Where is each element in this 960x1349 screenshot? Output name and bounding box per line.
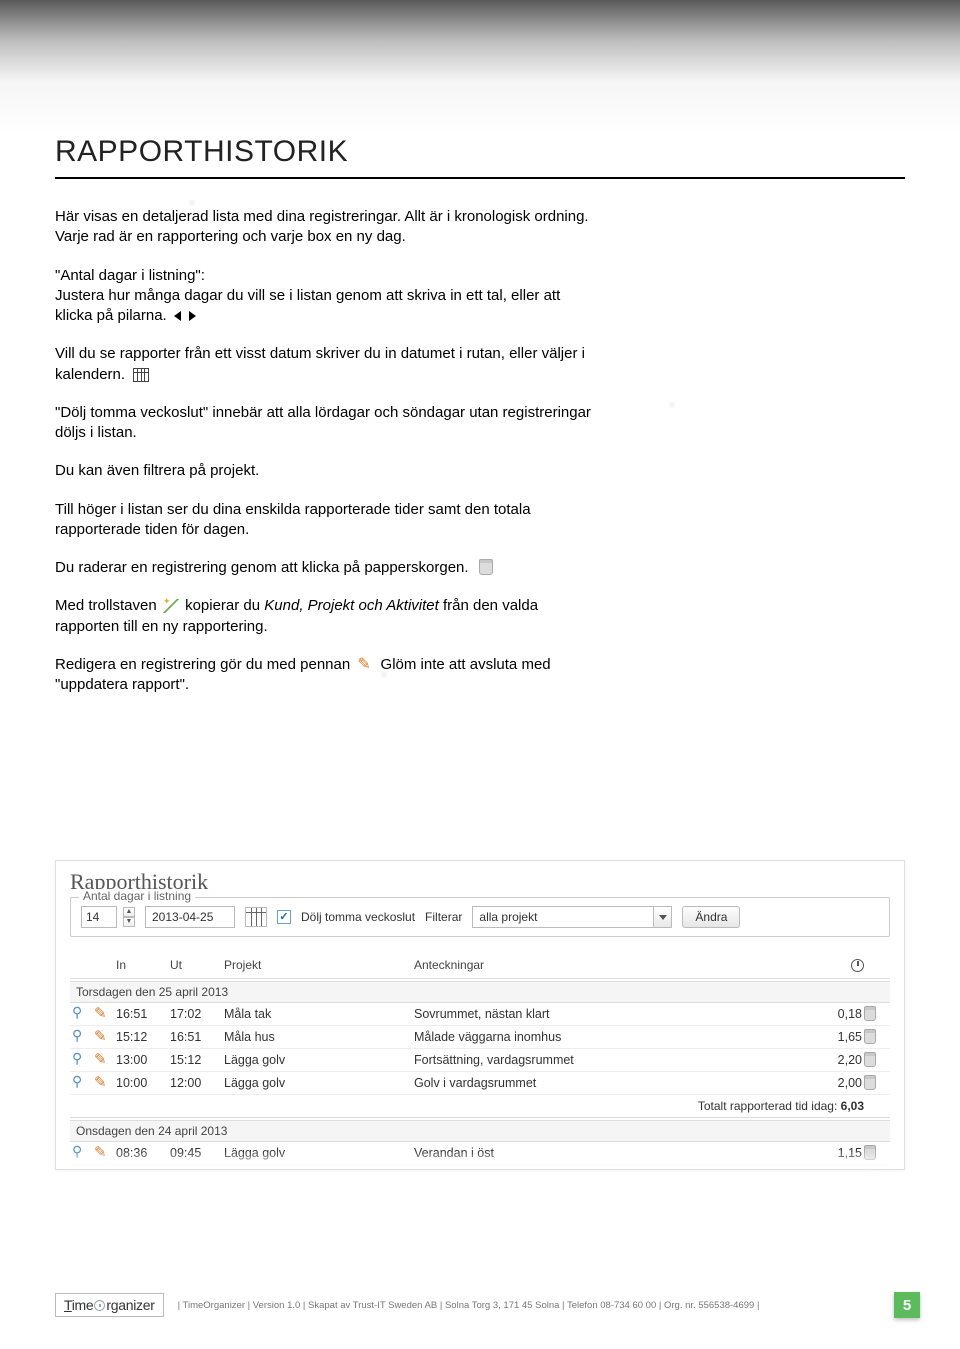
cell-project: Måla tak: [224, 1007, 414, 1021]
para-edit: Redigera en registrering gör du med penn…: [55, 655, 595, 696]
report-grid: In Ut Projekt Anteckningar Torsdagen den…: [70, 955, 890, 1170]
dropdown-icon[interactable]: [653, 907, 671, 927]
pencil-icon: [357, 658, 373, 672]
col-notes: Anteckningar: [414, 958, 804, 972]
cell-project: Måla hus: [224, 1030, 414, 1044]
spinner-down-icon[interactable]: ▼: [123, 917, 135, 927]
clock-icon: [851, 959, 864, 972]
para-filter: Du kan även filtrera på projekt.: [55, 461, 595, 481]
trash-icon[interactable]: [864, 1032, 876, 1044]
cell-hours: 1,10: [804, 1169, 864, 1170]
arrow-left-icon: [174, 311, 181, 321]
cell-in: 16:51: [116, 1007, 170, 1021]
trash-icon[interactable]: [864, 1078, 876, 1090]
wand-icon[interactable]: [72, 1029, 88, 1045]
wand-icon[interactable]: [72, 1052, 88, 1068]
col-out: Ut: [170, 958, 224, 972]
footer-text: | TimeOrganizer | Version 1.0 | Skapat a…: [178, 1300, 880, 1311]
days-input[interactable]: 14: [81, 906, 117, 928]
para-delete: Du raderar en registrering genom att kli…: [55, 558, 595, 578]
cell-notes: Verandan i väst: [414, 1169, 804, 1170]
cell-notes: Fortsättning, vardagsrummet: [414, 1053, 804, 1067]
cell-notes: Golv i vardagsrummet: [414, 1076, 804, 1090]
calendar-icon: [133, 368, 149, 382]
cell-hours: 2,20: [804, 1053, 864, 1067]
cell-out: 16:51: [170, 1030, 224, 1044]
calendar-button[interactable]: [245, 907, 267, 927]
hide-weekends-label: Dölj tomma veckoslut: [301, 910, 415, 924]
pencil-icon[interactable]: [94, 1006, 110, 1022]
col-project: Projekt: [224, 958, 414, 972]
cell-in: 10:00: [116, 1076, 170, 1090]
app-screenshot: Rapporthistorik Antal dagar i listning 1…: [55, 860, 905, 1170]
page-number-badge: 5: [894, 1292, 920, 1318]
cell-out: 17:02: [170, 1007, 224, 1021]
cell-out: 15:12: [170, 1053, 224, 1067]
cell-in: 07:30: [116, 1169, 170, 1170]
para-wand: Med trollstaven kopierar du Kund, Projek…: [55, 596, 595, 637]
para-totals: Till höger i listan ser du dina enskilda…: [55, 500, 595, 541]
para-hide-weekends: "Dölj tomma veckoslut" innebär att alla …: [55, 403, 595, 444]
table-row: 10:0012:00Lägga golvGolv i vardagsrummet…: [70, 1072, 890, 1095]
body-copy: Här visas en detaljerad lista med dina r…: [55, 207, 595, 695]
filter-label: Filterar: [425, 910, 462, 924]
cell-hours: 1,65: [804, 1030, 864, 1044]
trash-icon[interactable]: [864, 1055, 876, 1067]
cell-in: 13:00: [116, 1053, 170, 1067]
cell-hours: 0,18: [804, 1007, 864, 1021]
cell-hours: 2,00: [804, 1076, 864, 1090]
cell-project: Lägga golv: [224, 1076, 414, 1090]
table-row: 15:1216:51Måla husMålade väggarna inomhu…: [70, 1026, 890, 1049]
hide-weekends-checkbox[interactable]: ✓: [277, 910, 291, 924]
para-days: "Antal dagar i listning": Justera hur må…: [55, 266, 595, 327]
grid-header: In Ut Projekt Anteckningar: [70, 955, 890, 979]
days-spinner[interactable]: ▲ ▼: [123, 906, 135, 928]
day-total: Totalt rapporterad tid idag: 6,03: [70, 1095, 890, 1118]
page-title: RAPPORTHISTORIK: [55, 135, 905, 179]
cell-notes: Målade väggarna inomhus: [414, 1030, 804, 1044]
day-header: Onsdagen den 24 april 2013: [70, 1120, 890, 1142]
pencil-icon[interactable]: [94, 1075, 110, 1091]
wand-icon: [163, 599, 179, 613]
change-button[interactable]: Ändra: [682, 906, 740, 928]
para-date: Vill du se rapporter från ett visst datu…: [55, 344, 595, 385]
cell-project: Lägga golv: [224, 1053, 414, 1067]
spinner-up-icon[interactable]: ▲: [123, 907, 135, 917]
pencil-icon[interactable]: [94, 1052, 110, 1068]
page-footer: Timerganizer | TimeOrganizer | Version 1…: [55, 1291, 920, 1319]
trash-icon: [479, 561, 493, 575]
wand-icon[interactable]: [72, 1075, 88, 1091]
arrow-right-icon: [189, 311, 196, 321]
day-header: Torsdagen den 25 april 2013: [70, 981, 890, 1003]
table-row: 13:0015:12Lägga golvFortsättning, vardag…: [70, 1049, 890, 1072]
date-input[interactable]: 2013-04-25: [145, 906, 235, 928]
col-in: In: [116, 958, 170, 972]
pencil-icon[interactable]: [94, 1029, 110, 1045]
trash-icon[interactable]: [864, 1009, 876, 1021]
project-filter-value: alla projekt: [479, 910, 537, 924]
cell-in: 15:12: [116, 1030, 170, 1044]
cell-out: 08:36: [170, 1169, 224, 1170]
fieldset-legend: Antal dagar i listning: [79, 889, 195, 903]
para-intro: Här visas en detaljerad lista med dina r…: [55, 207, 595, 248]
cell-project: Lägga golv: [224, 1169, 414, 1170]
wand-icon[interactable]: [72, 1006, 88, 1022]
cell-notes: Sovrummet, nästan klart: [414, 1007, 804, 1021]
table-row: 16:5117:02Måla takSovrummet, nästan klar…: [70, 1003, 890, 1026]
filters-fieldset: Antal dagar i listning 14 ▲ ▼ 2013-04-25…: [70, 897, 890, 937]
cell-out: 12:00: [170, 1076, 224, 1090]
logo: Timerganizer: [55, 1293, 164, 1317]
project-filter-select[interactable]: alla projekt: [472, 906, 672, 928]
